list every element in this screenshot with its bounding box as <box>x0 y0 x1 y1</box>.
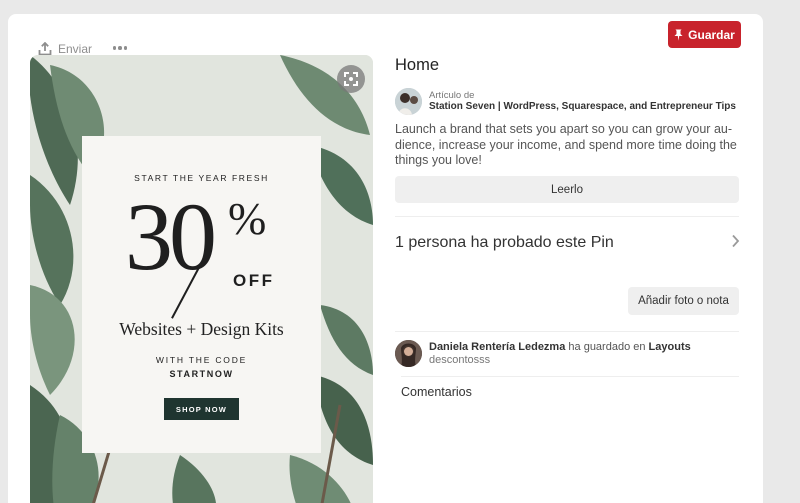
divider <box>395 216 739 217</box>
promo-tagline: START THE YEAR FRESH <box>134 173 269 183</box>
promo-number: 30 <box>125 183 217 290</box>
add-photo-button[interactable]: Añadir foto o nota <box>628 287 739 315</box>
save-button[interactable]: Guardar <box>668 21 741 48</box>
tried-count-text: 1 persona ha probado este Pin <box>395 234 614 251</box>
read-button[interactable]: Leerlo <box>395 176 739 203</box>
tried-pin-row[interactable]: 1 persona ha probado este Pin <box>395 229 740 259</box>
pin-card: Enviar Guardar START THE YEAR FRESH 30 %… <box>8 14 763 503</box>
author-avatar[interactable] <box>395 88 422 115</box>
save-label: Guardar <box>688 27 735 42</box>
promo-code: STARTNOW <box>169 369 234 379</box>
promo-off: OFF <box>233 271 275 290</box>
pushpin-icon <box>674 29 683 41</box>
article-source-link[interactable]: Station Seven | WordPress, Squarespace, … <box>429 101 736 112</box>
visual-search-button[interactable] <box>337 65 365 93</box>
pin-title: Home <box>395 56 440 74</box>
ellipsis-icon <box>112 46 117 50</box>
saved-pin-description: descontosss <box>429 354 491 366</box>
saved-action-text: ha guardado en <box>568 341 646 353</box>
saved-by-line: Daniela Rentería Ledezma ha guardado en … <box>429 341 691 353</box>
promo-shop-button: SHOP NOW <box>164 398 239 420</box>
send-label: Enviar <box>58 42 93 56</box>
pin-image[interactable]: START THE YEAR FRESH 30 % OFF Websites +… <box>30 55 373 503</box>
promo-card: START THE YEAR FRESH 30 % OFF Websites +… <box>82 136 321 453</box>
promo-subtitle: Websites + Design Kits <box>119 319 284 339</box>
article-label: Artículo de <box>429 90 475 101</box>
divider <box>395 331 739 332</box>
saver-name-link[interactable]: Daniela Rentería Ledezma <box>429 341 565 353</box>
saver-photo <box>395 340 422 367</box>
pin-description: Launch a brand that sets you apart so yo… <box>395 122 737 167</box>
lens-icon <box>344 72 358 86</box>
board-link[interactable]: Layouts <box>649 341 691 353</box>
divider <box>401 376 739 377</box>
author-photo <box>395 88 422 115</box>
saver-avatar[interactable] <box>395 340 422 367</box>
chevron-right-icon <box>732 234 740 248</box>
share-icon <box>38 42 52 56</box>
comments-heading: Comentarios <box>401 385 472 399</box>
more-options-button[interactable] <box>110 40 130 56</box>
promo-percent: % <box>228 193 267 244</box>
promo-with-code: WITH THE CODE <box>155 355 248 365</box>
